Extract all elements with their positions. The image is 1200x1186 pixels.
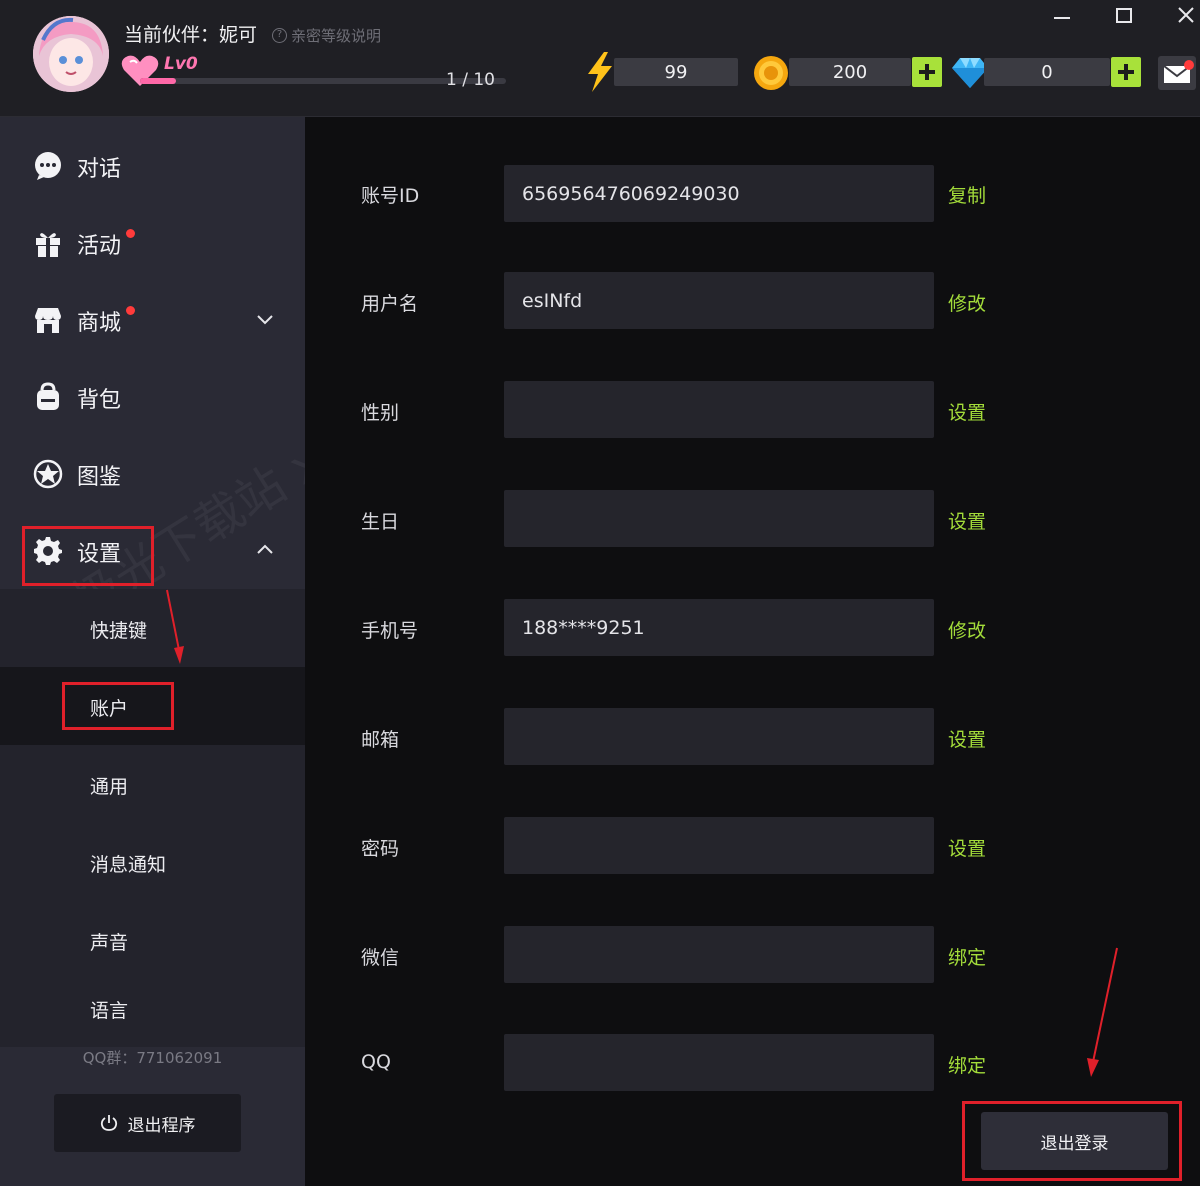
power-icon — [100, 1115, 117, 1131]
account-panel: 账号ID 656956476069249030 复制 用户名 esINfd 修改… — [305, 117, 1200, 1186]
exit-program-label: 退出程序 — [127, 1115, 196, 1136]
sidebar: 极光下载站 xz7.com 对话 活动 商城 背包 图鉴 设置 快捷键 账户 通… — [0, 117, 480, 1186]
lightning-icon — [588, 52, 612, 92]
sidebar-item-store[interactable]: 商城 — [0, 281, 305, 358]
sub-item-label: 消息通知 — [90, 854, 167, 876]
sidebar-item-label: 商城 — [77, 311, 122, 336]
sidebar-item-label: 活动 — [77, 234, 122, 259]
chevron-down-icon[interactable] — [255, 309, 275, 329]
chat-bubble-icon — [35, 152, 61, 180]
settings-sub-sound[interactable]: 声音 — [0, 901, 305, 979]
bind-wechat-button[interactable]: 绑定 — [948, 943, 986, 970]
level-help-label: 亲密等级说明 — [291, 27, 382, 45]
mail-icon — [1163, 60, 1194, 83]
sidebar-item-label: 背包 — [77, 388, 122, 413]
email-field — [504, 708, 934, 765]
settings-sub-general[interactable]: 通用 — [0, 745, 305, 823]
help-icon: ? — [272, 28, 287, 43]
minimize-icon — [1054, 17, 1070, 19]
email-label: 邮箱 — [361, 729, 400, 751]
set-email-button[interactable]: 设置 — [948, 725, 986, 752]
diamond-icon — [952, 58, 988, 88]
sidebar-item-backpack[interactable]: 背包 — [0, 358, 305, 435]
sub-item-label: 声音 — [90, 932, 129, 954]
bind-qq-button[interactable]: 绑定 — [948, 1051, 986, 1078]
backpack-icon — [37, 382, 59, 410]
sidebar-item-collection[interactable]: 图鉴 — [0, 435, 305, 512]
sub-item-label: 语言 — [90, 1000, 129, 1022]
plus-icon — [1118, 64, 1134, 80]
gift-icon — [36, 233, 60, 257]
username-label: 用户名 — [361, 293, 419, 315]
add-diamonds-button[interactable] — [1111, 57, 1141, 87]
password-field — [504, 817, 934, 874]
annotation-box-settings — [22, 526, 154, 586]
sub-item-label: 通用 — [90, 776, 129, 798]
set-gender-button[interactable]: 设置 — [948, 398, 986, 425]
add-coins-button[interactable] — [912, 57, 942, 87]
wechat-label: 微信 — [361, 947, 400, 969]
title-bar: 当前伙伴：妮可 ? 亲密等级说明 Lv0 1 / 10 99 200 0 — [0, 0, 1200, 117]
coin-icon — [754, 56, 788, 90]
notification-dot — [126, 229, 135, 238]
partner-avatar[interactable] — [33, 16, 109, 92]
phone-label: 手机号 — [361, 620, 419, 642]
level-badge: Lv0 — [164, 54, 198, 74]
settings-sub-language[interactable]: 语言 — [0, 969, 305, 1047]
account-id-field: 656956476069249030 — [504, 165, 934, 222]
chevron-up-icon[interactable] — [255, 540, 275, 560]
set-password-button[interactable]: 设置 — [948, 834, 986, 861]
plus-icon — [919, 64, 935, 80]
settings-sub-shortcuts[interactable]: 快捷键 — [0, 589, 305, 667]
star-badge-icon — [33, 459, 63, 489]
edit-phone-button[interactable]: 修改 — [948, 616, 986, 643]
qq-label: QQ — [361, 1051, 391, 1073]
qq-group-text: QQ群：771062091 — [82, 1049, 223, 1067]
partner-name: 当前伙伴：妮可 — [124, 24, 258, 46]
gender-label: 性别 — [361, 402, 400, 424]
account-id-label: 账号ID — [361, 185, 420, 207]
username-field: esINfd — [504, 272, 934, 329]
qq-field — [504, 1034, 934, 1091]
maximize-button[interactable] — [1102, 0, 1146, 30]
birthday-label: 生日 — [361, 511, 400, 533]
exp-text: 1 / 10 — [446, 70, 495, 90]
annotation-box-logout — [962, 1101, 1182, 1181]
sub-item-label: 快捷键 — [90, 620, 148, 642]
exp-bar-fill — [140, 78, 176, 84]
exit-program-button[interactable]: 退出程序 — [54, 1094, 241, 1152]
minimize-button[interactable] — [1040, 0, 1084, 30]
sidebar-item-events[interactable]: 活动 — [0, 204, 305, 281]
settings-sub-notifications[interactable]: 消息通知 — [0, 823, 305, 901]
sidebar-item-chat[interactable]: 对话 — [0, 127, 305, 204]
diamond-value: 0 — [984, 58, 1110, 86]
wechat-field — [504, 926, 934, 983]
notification-dot — [126, 306, 135, 315]
sidebar-item-label: 图鉴 — [77, 465, 122, 490]
close-icon — [1178, 7, 1194, 23]
coin-value: 200 — [789, 58, 911, 86]
maximize-icon — [1116, 8, 1132, 23]
edit-username-button[interactable]: 修改 — [948, 289, 986, 316]
mail-button[interactable] — [1158, 56, 1196, 90]
copy-id-button[interactable]: 复制 — [948, 181, 986, 208]
energy-value: 99 — [614, 58, 738, 86]
birthday-field — [504, 490, 934, 547]
sidebar-item-label: 对话 — [77, 157, 122, 182]
level-help-link[interactable]: ? 亲密等级说明 — [272, 25, 381, 46]
password-label: 密码 — [361, 838, 400, 860]
gender-field — [504, 381, 934, 438]
set-birthday-button[interactable]: 设置 — [948, 507, 986, 534]
store-icon — [35, 308, 61, 333]
close-button[interactable] — [1164, 0, 1200, 30]
annotation-box-account — [62, 682, 174, 730]
phone-field: 188****9251 — [504, 599, 934, 656]
